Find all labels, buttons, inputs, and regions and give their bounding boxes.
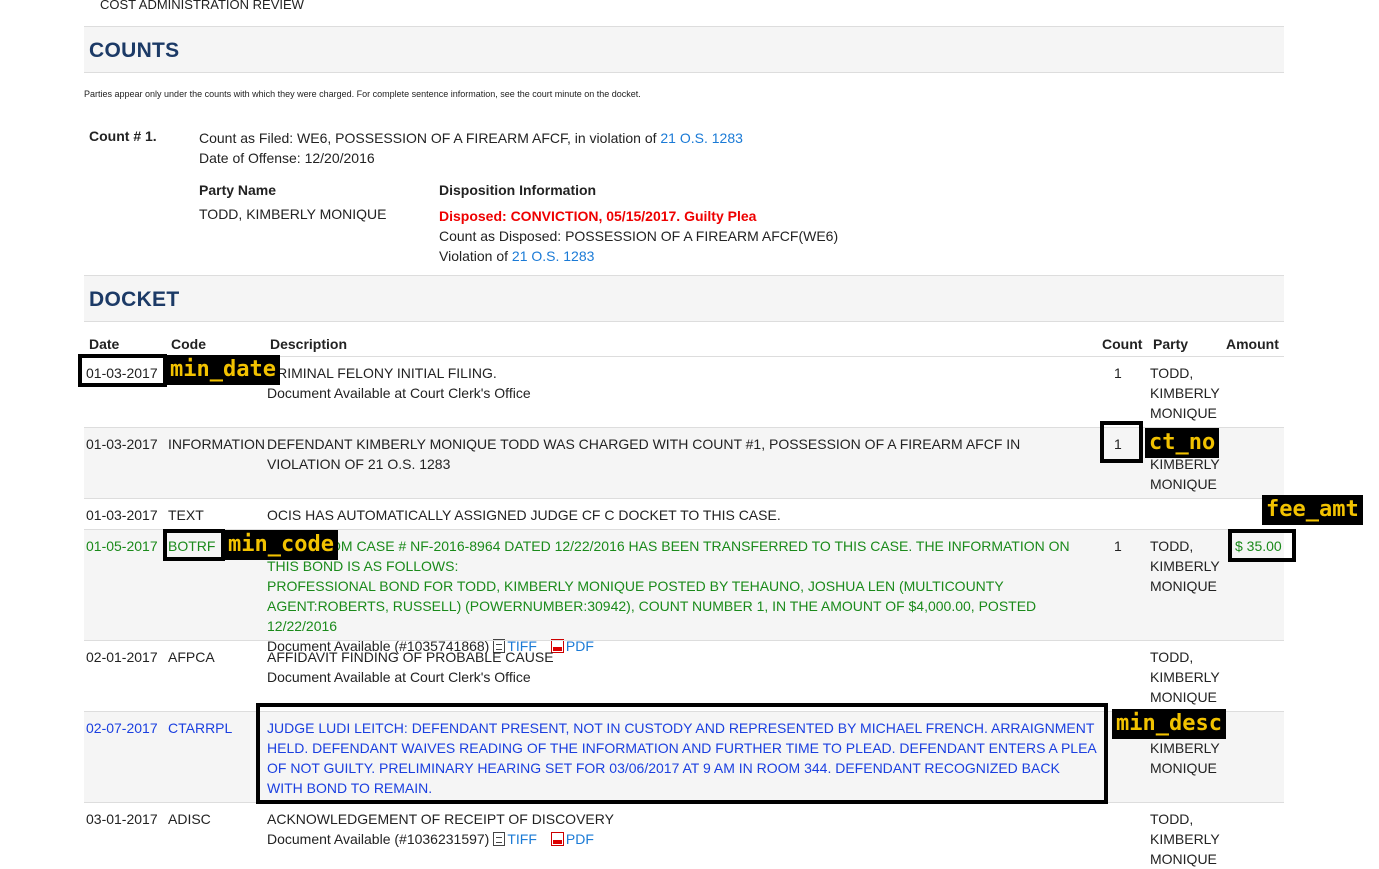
row-date: 03-01-2017 (86, 811, 158, 827)
col-count-header: Count (1102, 336, 1143, 352)
row-desc-bond: PROFESSIONAL BOND FOR TODD, KIMBERLY MON… (267, 578, 1037, 634)
row-date: 01-05-2017 (86, 538, 158, 554)
fee-amt-highlight (1228, 529, 1296, 562)
col-date-header: Date (89, 336, 120, 352)
ct-no-tag: ct_no (1145, 428, 1220, 458)
row-doc-note: Document Available (#1036231597) (267, 831, 490, 847)
docket-band: DOCKET (84, 275, 1284, 322)
row-desc-text: CRIMINAL FELONY INITIAL FILING. (267, 365, 497, 381)
fee-amt-tag: fee_amt (1262, 495, 1363, 525)
violation-label: Violation of (439, 248, 512, 264)
docket-row: 03-01-2017 ADISC ACKNOWLEDGEMENT OF RECE… (84, 802, 1284, 867)
disposed-status: Disposed: CONVICTION, 05/15/2017. Guilty… (439, 208, 757, 224)
min-code-tag: min_code (224, 530, 338, 560)
tiff-link[interactable]: TIFF (507, 831, 537, 847)
row-party: TODD, KIMBERLY MONIQUE (1150, 649, 1220, 705)
min-date-tag: min_date (166, 355, 280, 385)
row-party: TODD, KIMBERLY MONIQUE (1150, 538, 1220, 594)
row-code: ADISC (168, 811, 211, 827)
row-date: 01-03-2017 (86, 507, 158, 523)
row-desc: ACKNOWLEDGEMENT OF RECEIPT OF DISCOVERY … (267, 809, 1097, 849)
party-name: TODD, KIMBERLY MONIQUE (199, 206, 387, 222)
docket-row: 02-01-2017 AFPCA AFFIDAVIT FINDING OF PR… (84, 640, 1284, 712)
docket-row: 01-03-2017 TEXT OCIS HAS AUTOMATICALLY A… (84, 498, 1284, 530)
violation-statute-link[interactable]: 21 O.S. 1283 (512, 248, 595, 264)
row-count: 1 (1114, 538, 1122, 554)
pdf-file-icon (550, 832, 564, 846)
count-filed-text: Count as Filed: WE6, POSSESSION OF A FIR… (199, 130, 661, 146)
statute-link[interactable]: 21 O.S. 1283 (660, 130, 743, 146)
row-code: TEXT (168, 507, 204, 523)
party-name-header: Party Name (199, 182, 277, 198)
row-code: INFORMATION (168, 436, 265, 452)
count-disposed: Count as Disposed: POSSESSION OF A FIREA… (439, 228, 839, 244)
counts-note: Parties appear only under the counts wit… (84, 89, 641, 99)
row-party: TODD, KIMBERLY MONIQUE (1150, 811, 1220, 867)
pdf-link[interactable]: PDF (566, 831, 594, 847)
counts-heading: COUNTS (89, 39, 180, 62)
row-code: CTARRPL (168, 720, 233, 736)
row-date: 01-03-2017 (86, 436, 158, 452)
row-doc-note: Document Available at Court Clerk's Offi… (267, 669, 531, 685)
ct-no-highlight (1100, 421, 1143, 463)
col-party-header: Party (1153, 336, 1189, 352)
row-desc-text: BOND FROM CASE # NF-2016-8964 DATED 12/2… (267, 538, 1070, 574)
row-desc: DEFENDANT KIMBERLY MONIQUE TODD WAS CHAR… (267, 436, 1021, 472)
min-date-highlight (78, 354, 167, 387)
min-desc-highlight (256, 703, 1108, 804)
row-desc: AFFIDAVIT FINDING OF PROBABLE CAUSE Docu… (267, 647, 1097, 687)
disposition-header: Disposition Information (439, 182, 597, 198)
row-doc-note: Document Available at Court Clerk's Offi… (267, 385, 531, 401)
disposition-info: Disposed: CONVICTION, 05/15/2017. Guilty… (439, 206, 838, 266)
count-label: Count # 1. (89, 128, 157, 144)
col-code-header: Code (171, 336, 206, 352)
count-filed-info: Count as Filed: WE6, POSSESSION OF A FIR… (199, 128, 743, 168)
min-desc-tag: min_desc (1112, 709, 1226, 739)
col-amount-header: Amount (1226, 336, 1279, 352)
tiff-file-icon (493, 832, 506, 846)
row-code: AFPCA (168, 649, 215, 665)
offense-date: Date of Offense: 12/20/2016 (199, 150, 375, 166)
col-desc-header: Description (270, 336, 348, 352)
row-desc-text: ACKNOWLEDGEMENT OF RECEIPT OF DISCOVERY (267, 811, 614, 827)
row-desc-text: AFFIDAVIT FINDING OF PROBABLE CAUSE (267, 649, 554, 665)
row-count: 1 (1114, 365, 1122, 381)
row-party: TODD, KIMBERLY MONIQUE (1150, 365, 1220, 421)
row-desc: BOND FROM CASE # NF-2016-8964 DATED 12/2… (267, 536, 1097, 656)
row-date: 02-07-2017 (86, 720, 158, 736)
min-code-highlight (163, 529, 225, 561)
row-date: 02-01-2017 (86, 649, 158, 665)
row-desc: OCIS HAS AUTOMATICALLY ASSIGNED JUDGE CF… (267, 507, 781, 523)
row-desc: CRIMINAL FELONY INITIAL FILING. Document… (267, 363, 1097, 403)
docket-heading: DOCKET (89, 288, 180, 311)
counts-band: COUNTS (84, 26, 1284, 73)
top-left-text: COST ADMINISTRATION REVIEW (100, 0, 304, 12)
